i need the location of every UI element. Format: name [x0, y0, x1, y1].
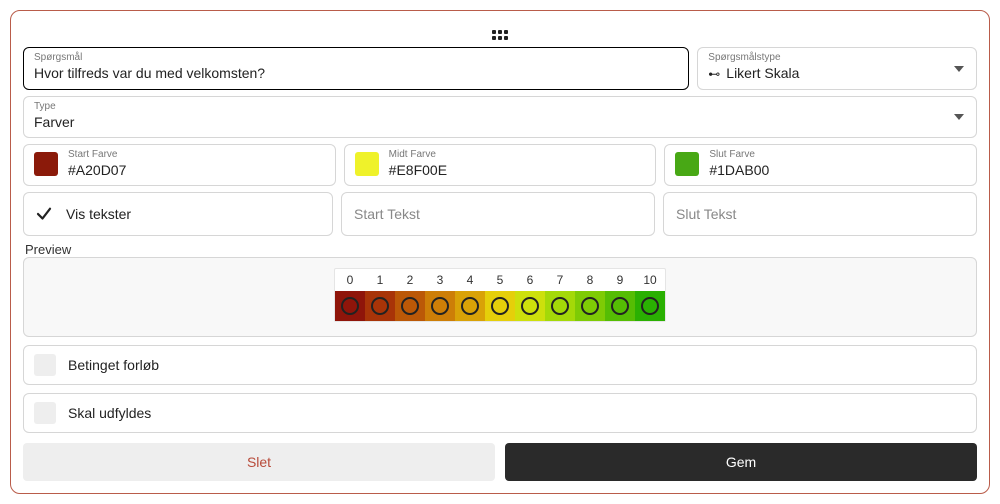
scale-cell[interactable]: [455, 291, 485, 321]
scale-number: 9: [605, 269, 635, 291]
start-text-placeholder: Start Tekst: [354, 206, 420, 222]
start-color-field[interactable]: Start Farve #A20D07: [23, 144, 336, 186]
question-editor-card: Spørgsmål Hvor tilfreds var du med velko…: [10, 10, 990, 494]
delete-button-label: Slet: [247, 454, 271, 470]
show-texts-label: Vis tekster: [66, 206, 131, 222]
question-value: Hvor tilfreds var du med velkomsten?: [34, 64, 678, 82]
scale-number: 2: [395, 269, 425, 291]
question-input[interactable]: Spørgsmål Hvor tilfreds var du med velko…: [23, 47, 689, 90]
show-texts-toggle[interactable]: Vis tekster: [23, 192, 333, 236]
question-type-select[interactable]: Spørgsmålstype ⊷Likert Skala: [697, 47, 977, 90]
scale-cell[interactable]: [635, 291, 665, 321]
start-color-label: Start Farve: [68, 149, 325, 161]
mid-color-field[interactable]: Midt Farve #E8F00E: [344, 144, 657, 186]
scale-number: 1: [365, 269, 395, 291]
scale-cell[interactable]: [545, 291, 575, 321]
scale-cell[interactable]: [605, 291, 635, 321]
scale-cell[interactable]: [575, 291, 605, 321]
start-color-swatch: [34, 152, 58, 176]
required-toggle[interactable]: Skal udfyldes: [23, 393, 977, 433]
save-button-label: Gem: [726, 454, 756, 470]
end-text-input[interactable]: Slut Tekst: [663, 192, 977, 236]
mid-color-swatch: [355, 152, 379, 176]
drag-handle[interactable]: [23, 21, 977, 41]
type-label: Type: [34, 101, 966, 113]
end-color-label: Slut Farve: [709, 149, 966, 161]
drag-icon: [492, 30, 508, 40]
preview-label: Preview: [25, 242, 977, 257]
scale-cell[interactable]: [425, 291, 455, 321]
preview-box: 012345678910: [23, 257, 977, 337]
mid-color-label: Midt Farve: [389, 149, 646, 161]
end-color-field[interactable]: Slut Farve #1DAB00: [664, 144, 977, 186]
question-type-label: Spørgsmålstype: [708, 52, 966, 64]
scale-number: 8: [575, 269, 605, 291]
end-color-value: #1DAB00: [709, 161, 966, 179]
conditional-flow-label: Betinget forløb: [68, 357, 159, 373]
scale-number: 5: [485, 269, 515, 291]
end-color-swatch: [675, 152, 699, 176]
scale-cell[interactable]: [365, 291, 395, 321]
required-label: Skal udfyldes: [68, 405, 151, 421]
likert-scale: 012345678910: [334, 268, 666, 322]
unchecked-box-icon: [34, 402, 56, 424]
scale-number: 3: [425, 269, 455, 291]
type-select[interactable]: Type Farver: [23, 96, 977, 138]
type-value: Farver: [34, 113, 966, 131]
mid-color-value: #E8F00E: [389, 161, 646, 179]
likert-icon: ⊷: [708, 65, 722, 83]
question-type-value: Likert Skala: [726, 65, 799, 81]
conditional-flow-toggle[interactable]: Betinget forløb: [23, 345, 977, 385]
scale-cell[interactable]: [485, 291, 515, 321]
scale-cell[interactable]: [395, 291, 425, 321]
save-button[interactable]: Gem: [505, 443, 977, 481]
start-text-input[interactable]: Start Tekst: [341, 192, 655, 236]
start-color-value: #A20D07: [68, 161, 325, 179]
scale-number: 4: [455, 269, 485, 291]
scale-number: 7: [545, 269, 575, 291]
question-label: Spørgsmål: [34, 52, 678, 64]
unchecked-box-icon: [34, 354, 56, 376]
end-text-placeholder: Slut Tekst: [676, 206, 736, 222]
scale-cell[interactable]: [515, 291, 545, 321]
scale-number: 0: [335, 269, 365, 291]
scale-number: 6: [515, 269, 545, 291]
scale-cell[interactable]: [335, 291, 365, 321]
delete-button[interactable]: Slet: [23, 443, 495, 481]
scale-number: 10: [635, 269, 665, 291]
check-icon: [34, 204, 54, 224]
